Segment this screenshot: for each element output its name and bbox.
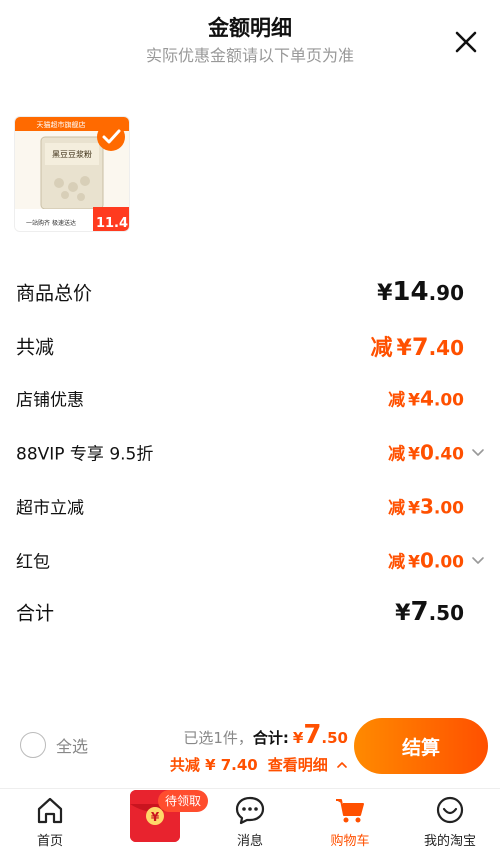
row-value: 减 ¥ 0 .40 [388, 440, 464, 465]
selected-check-icon [97, 123, 125, 151]
close-icon [455, 31, 477, 53]
row-label: 88VIP 专享 9.5折 [16, 444, 154, 465]
row-store-discount: 店铺优惠 减 ¥ 4 .00 [0, 378, 500, 418]
row-value: ¥ 7 .50 [395, 597, 464, 627]
total-integer: 7 [303, 720, 322, 750]
page-title: 金额明细 [208, 16, 292, 40]
row-label: 合计 [16, 602, 55, 625]
row-88vip-discount[interactable]: 88VIP 专享 9.5折 减 ¥ 0 .40 [0, 432, 500, 472]
row-label: 红包 [16, 552, 50, 573]
chevron-up-icon [337, 762, 347, 768]
row-label: 店铺优惠 [16, 390, 84, 411]
row-value: ¥ 14 .90 [377, 277, 464, 307]
select-all-toggle[interactable]: 全选 [20, 732, 88, 758]
order-summary: 已选1件， 合计: ¥ 7 .50 共减 ¥ 7.40 查看明细 [170, 720, 348, 775]
selected-count: 已选1件， [183, 729, 253, 747]
home-icon [37, 797, 63, 824]
view-details-link[interactable]: 查看明细 [268, 754, 348, 775]
row-grand-total: 合计 ¥ 7 .50 [0, 592, 500, 632]
pending-claim-badge: 待领取 [158, 790, 209, 812]
product-thumbnail[interactable]: 天猫超市旗舰店 黑豆豆浆粉 一站购齐 极速送达 11.4 [14, 116, 130, 232]
tab-cart[interactable]: 购物车 [300, 789, 400, 847]
product-image: 天猫超市旗舰店 黑豆豆浆粉 一站购齐 极速送达 11.4 [15, 117, 129, 231]
row-value: 减 ¥ 3 .00 [388, 494, 464, 519]
cart-icon [336, 799, 364, 823]
row-label: 共减 [16, 336, 55, 359]
profile-icon [436, 796, 464, 824]
message-icon [235, 796, 265, 825]
row-total-price: 商品总价 ¥ 14 .90 [0, 272, 500, 312]
modal-header: 金额明细 实际优惠金额请以下单页为准 [0, 0, 500, 80]
chevron-down-icon[interactable] [470, 444, 486, 460]
product-image-label: 黑豆豆浆粉 [52, 149, 92, 159]
tab-label: 首页 [36, 834, 63, 847]
tab-messages[interactable]: 消息 [200, 789, 300, 847]
row-value: 减 ¥ 4 .00 [388, 386, 464, 411]
svg-text:¥: ¥ [151, 810, 160, 824]
row-label: 商品总价 [16, 282, 93, 305]
row-value: 减 ¥ 7 .40 [370, 333, 464, 361]
tab-label: 消息 [236, 834, 263, 847]
tab-label: 购物车 [330, 834, 370, 847]
total-decimal: .50 [321, 729, 348, 747]
checkout-button[interactable]: 结算 [354, 718, 488, 774]
row-supermarket-discount: 超市立减 减 ¥ 3 .00 [0, 486, 500, 526]
tab-label: 我的淘宝 [423, 834, 476, 847]
bottom-tab-bar: 首页 消息 购物车 我的淘宝 [0, 788, 500, 847]
select-all-label: 全选 [56, 737, 89, 756]
close-button[interactable] [452, 28, 480, 56]
product-tagline: 一站购齐 极速送达 [26, 219, 76, 227]
row-value: 减 ¥ 0 .00 [388, 548, 464, 573]
row-total-discount: 共减 减 ¥ 7 .40 [0, 326, 500, 366]
row-label: 超市立减 [16, 498, 84, 519]
total-label: 合计: [252, 729, 289, 747]
checkout-bar: 全选 已选1件， 合计: ¥ 7 .50 共减 ¥ 7.40 查看明细 结算 [0, 710, 500, 788]
row-red-packet[interactable]: 红包 减 ¥ 0 .00 [0, 540, 500, 580]
total-currency: ¥ [292, 729, 304, 747]
chevron-down-icon[interactable] [470, 552, 486, 568]
product-banner-text: 天猫超市旗舰店 [37, 120, 86, 129]
discount-summary: 共减 ¥ 7.40 [169, 756, 258, 774]
product-price-tag: 11.4 [96, 216, 128, 231]
tab-my-taobao[interactable]: 我的淘宝 [400, 789, 500, 847]
page-subtitle: 实际优惠金额请以下单页为准 [145, 46, 354, 65]
select-all-checkbox[interactable] [20, 732, 46, 758]
tab-home[interactable]: 首页 [0, 789, 100, 847]
